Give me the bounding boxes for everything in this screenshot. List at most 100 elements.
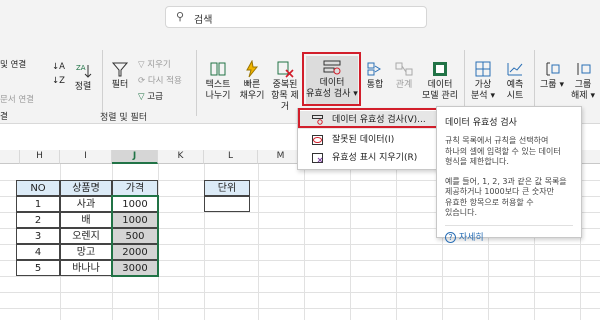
search-box[interactable]: ⚲ 검색: [165, 6, 427, 28]
forecast-button[interactable]: 예측 시트: [500, 60, 530, 102]
table-cell[interactable]: 1: [16, 196, 60, 212]
menu-item-label: 유효성 표시 지우기(R): [332, 153, 418, 163]
column-header-h[interactable]: H: [20, 150, 60, 164]
table-header-no[interactable]: NO: [16, 180, 60, 196]
ungroup-line2: 해제: [571, 91, 588, 101]
data-model-line2: 모델 관리: [422, 91, 458, 101]
truncated-group-label: 결: [0, 112, 8, 122]
clear-label: 지우기: [147, 60, 171, 70]
text-to-columns-button[interactable]: 텍스트 나누기: [201, 60, 235, 102]
ungroup-line1: 그룹: [574, 80, 592, 90]
unit-value-cell[interactable]: [204, 196, 250, 212]
filter-label: 필터: [111, 80, 129, 90]
circle-invalid-icon: [312, 135, 323, 145]
tooltip-line: 형식을 제한합니다.: [445, 157, 509, 166]
tooltip-line: 제공하거나 1000보다 큰 숫자만: [445, 187, 554, 196]
chevron-down-icon: ▾: [559, 80, 564, 90]
table-cell[interactable]: 사과: [60, 196, 112, 212]
sort-asc-icon[interactable]: ↓A: [52, 62, 65, 73]
clear-filter-button: ▽ 지우기: [138, 60, 171, 70]
ungroup-button[interactable]: 그룹 해제 ▾: [568, 60, 598, 102]
table-header-product[interactable]: 상품명: [60, 180, 112, 196]
column-header-k[interactable]: K: [158, 150, 204, 164]
doc-connections-label: 문서 연결: [0, 95, 34, 105]
reapply-label: 다시 적용: [147, 76, 182, 86]
column-header-i[interactable]: I: [60, 150, 112, 164]
what-if-icon: [475, 61, 491, 77]
forecast-line2: 시트: [506, 91, 524, 101]
connections-label[interactable]: 및 연결: [0, 60, 26, 71]
table-cell[interactable]: 오렌지: [60, 228, 112, 244]
consolidate-label: 통합: [366, 80, 384, 90]
text-to-columns-line1: 텍스트: [205, 80, 231, 90]
search-icon: ⚲: [176, 10, 185, 23]
remove-duplicates-line1: 중복된: [272, 80, 298, 90]
flash-fill-button[interactable]: 빠른 채우기: [236, 60, 268, 102]
group-icon: [546, 62, 560, 76]
group-sort-filter-label: 정렬 및 필터: [100, 113, 148, 123]
help-icon: ?: [445, 231, 456, 243]
tooltip-paragraph-1: 규칙 목록에서 규칙을 선택하여 하나의 셀에 입력할 수 있는 데이터 형식을…: [445, 136, 573, 168]
row-header-corner[interactable]: [0, 150, 20, 164]
menu-item-circle-invalid[interactable]: 잘못된 데이터(I): [298, 131, 440, 149]
tell-me-more-label: 자세히: [458, 232, 484, 243]
search-placeholder: 검색: [194, 15, 213, 26]
group-button[interactable]: 그룹 ▾: [538, 60, 566, 91]
unit-header-cell[interactable]: 단위: [204, 180, 250, 196]
table-cell[interactable]: 배: [60, 212, 112, 228]
menu-item-label: 잘못된 데이터(I): [332, 135, 395, 145]
menu-item-highlight: [298, 108, 438, 128]
sort-button[interactable]: ZA 정렬: [68, 62, 98, 93]
relationships-button: 관계: [392, 60, 416, 91]
flash-fill-icon: [246, 60, 259, 78]
group-label: 그룹: [540, 80, 557, 90]
flash-fill-line2: 채우기: [239, 91, 265, 101]
sort-icon: ZA: [76, 64, 92, 78]
table-cell[interactable]: 바나나: [60, 260, 112, 276]
advanced-filter-button[interactable]: ▽ 고급: [138, 92, 163, 103]
flash-fill-line1: 빠른: [243, 80, 261, 90]
filter-button[interactable]: 필터: [106, 60, 134, 91]
data-model-button[interactable]: 데이터 모델 관리: [420, 60, 460, 102]
data-model-icon: [433, 62, 447, 76]
relationships-label: 관계: [395, 80, 413, 90]
table-cell[interactable]: 5: [16, 260, 60, 276]
svg-text:ZA: ZA: [76, 64, 86, 72]
data-validation-highlight: [302, 52, 361, 106]
text-to-columns-line2: 나누기: [205, 91, 231, 101]
forecast-line1: 예측: [506, 80, 524, 90]
filter-icon: [111, 62, 129, 77]
column-header-l[interactable]: L: [204, 150, 258, 164]
table-cell[interactable]: 3: [16, 228, 60, 244]
consolidate-icon: [367, 62, 381, 76]
what-if-button[interactable]: 가상 분석 ▾: [468, 60, 498, 102]
column-header-j[interactable]: J: [112, 150, 158, 164]
forecast-icon: [507, 63, 523, 76]
table-cell[interactable]: 2: [16, 212, 60, 228]
sort-desc-icon[interactable]: ↓Z: [52, 76, 65, 87]
tooltip-line: 하나의 셀에 입력할 수 있는 데이터: [445, 146, 561, 156]
sort-label: 정렬: [74, 82, 92, 92]
chevron-down-icon: ▾: [590, 91, 595, 101]
table-header-price[interactable]: 가격: [112, 180, 158, 196]
table-cell[interactable]: 망고: [60, 244, 112, 260]
tell-me-more-link[interactable]: ? 자세히: [445, 224, 573, 243]
ungroup-icon: [577, 63, 591, 75]
remove-duplicates-icon: [277, 61, 294, 78]
relationships-icon: [395, 62, 413, 76]
what-if-line2: 분석: [471, 91, 488, 101]
consolidate-button[interactable]: 통합: [363, 60, 387, 91]
tooltip-line: 있습니다.: [445, 208, 477, 217]
clear-circles-icon: [312, 153, 323, 163]
table-cell[interactable]: 4: [16, 244, 60, 260]
advanced-filter-icon: ▽: [138, 92, 145, 102]
chevron-down-icon: ▾: [490, 91, 495, 101]
data-validation-tooltip: 데이터 유효성 검사 규칙 목록에서 규칙을 선택하여 하나의 셀에 입력할 수…: [436, 106, 582, 243]
advanced-label: 고급: [147, 92, 163, 102]
data-model-line1: 데이터: [427, 80, 453, 90]
menu-item-clear-circles[interactable]: 유효성 표시 지우기(R): [298, 149, 440, 167]
tooltip-line: 규칙 목록에서 규칙을 선택하여: [445, 136, 549, 145]
remove-duplicates-button[interactable]: 중복된 항목 제거: [268, 60, 302, 113]
tooltip-line: 예를 들어, 1, 2, 3과 같은 값 목록을: [445, 176, 567, 186]
title-bar: ⚲ 검색: [0, 0, 600, 42]
